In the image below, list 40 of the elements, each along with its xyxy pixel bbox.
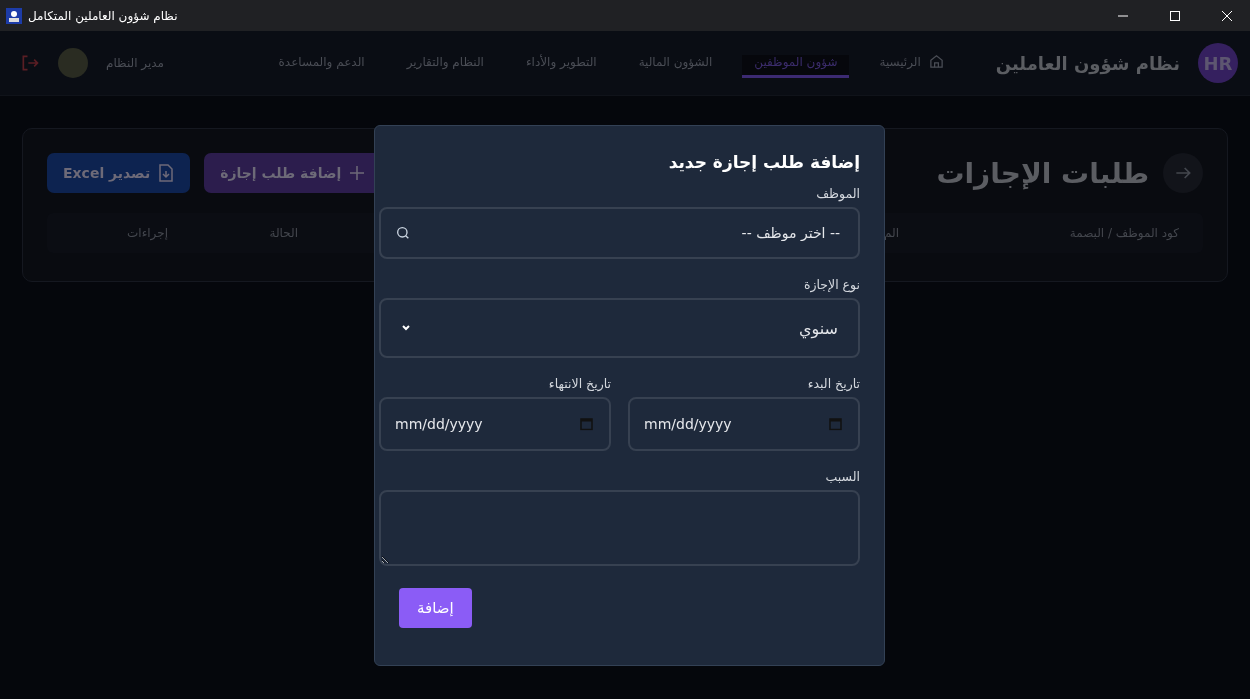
maximize-icon: [1170, 10, 1180, 21]
dialog-title: إضافة طلب إجازة جديد: [667, 152, 860, 172]
reason-textarea[interactable]: [379, 490, 860, 566]
nav-tab[interactable]: شؤون الموظفين: [742, 54, 850, 78]
column-header: الم: [884, 226, 899, 240]
logout-icon[interactable]: [20, 53, 40, 73]
nav-tab[interactable]: الشؤون المالية: [626, 54, 725, 78]
user-name: مدير النظام: [106, 56, 165, 70]
field-label: نوع الإجازة: [802, 277, 860, 292]
column-header: الحالة: [269, 226, 298, 240]
file-download-icon: [158, 164, 175, 182]
column-header: كود الموظف / البصمة: [1069, 226, 1179, 240]
field-label: تاريخ البدء: [806, 376, 860, 391]
column-header: إجراءات: [127, 226, 168, 240]
back-button[interactable]: [1163, 153, 1203, 193]
chevron-down-icon: [401, 323, 411, 333]
nav-tab[interactable]: الدعم والمساعدة: [266, 54, 377, 78]
home-icon: [928, 54, 944, 69]
field-label: الموظف: [815, 186, 860, 201]
plus-icon: [349, 165, 366, 181]
nav-tab[interactable]: التطوير والأداء: [513, 54, 609, 78]
date-field[interactable]: mm/dd/yyyy: [379, 397, 611, 451]
date-field[interactable]: mm/dd/yyyy: [628, 397, 860, 451]
avatar: [58, 48, 88, 78]
app-icon: [6, 7, 22, 24]
nav-tab[interactable]: النظام والتقارير: [394, 54, 496, 78]
leave-type-select[interactable]: سنوي: [379, 298, 860, 358]
field-label: تاريخ الانتهاء: [547, 376, 611, 391]
calendar-icon: [580, 417, 593, 431]
employee-search-field[interactable]: -- اختر موظف --: [379, 207, 860, 259]
field-label: السبب: [824, 469, 860, 484]
page-title: طلبات الإجازات: [936, 156, 1149, 190]
calendar-icon: [829, 417, 842, 431]
window-title: نظام شؤون العاملين المتكامل: [28, 8, 179, 23]
app-title: نظام شؤون العاملين: [995, 52, 1180, 74]
export-button[interactable]: تصدير Excel: [47, 153, 191, 193]
nav-tab[interactable]: الرئيسية: [867, 54, 956, 78]
submit-button[interactable]: إضافة: [399, 588, 472, 628]
search-icon: [395, 225, 411, 241]
close-icon: [1222, 10, 1232, 21]
